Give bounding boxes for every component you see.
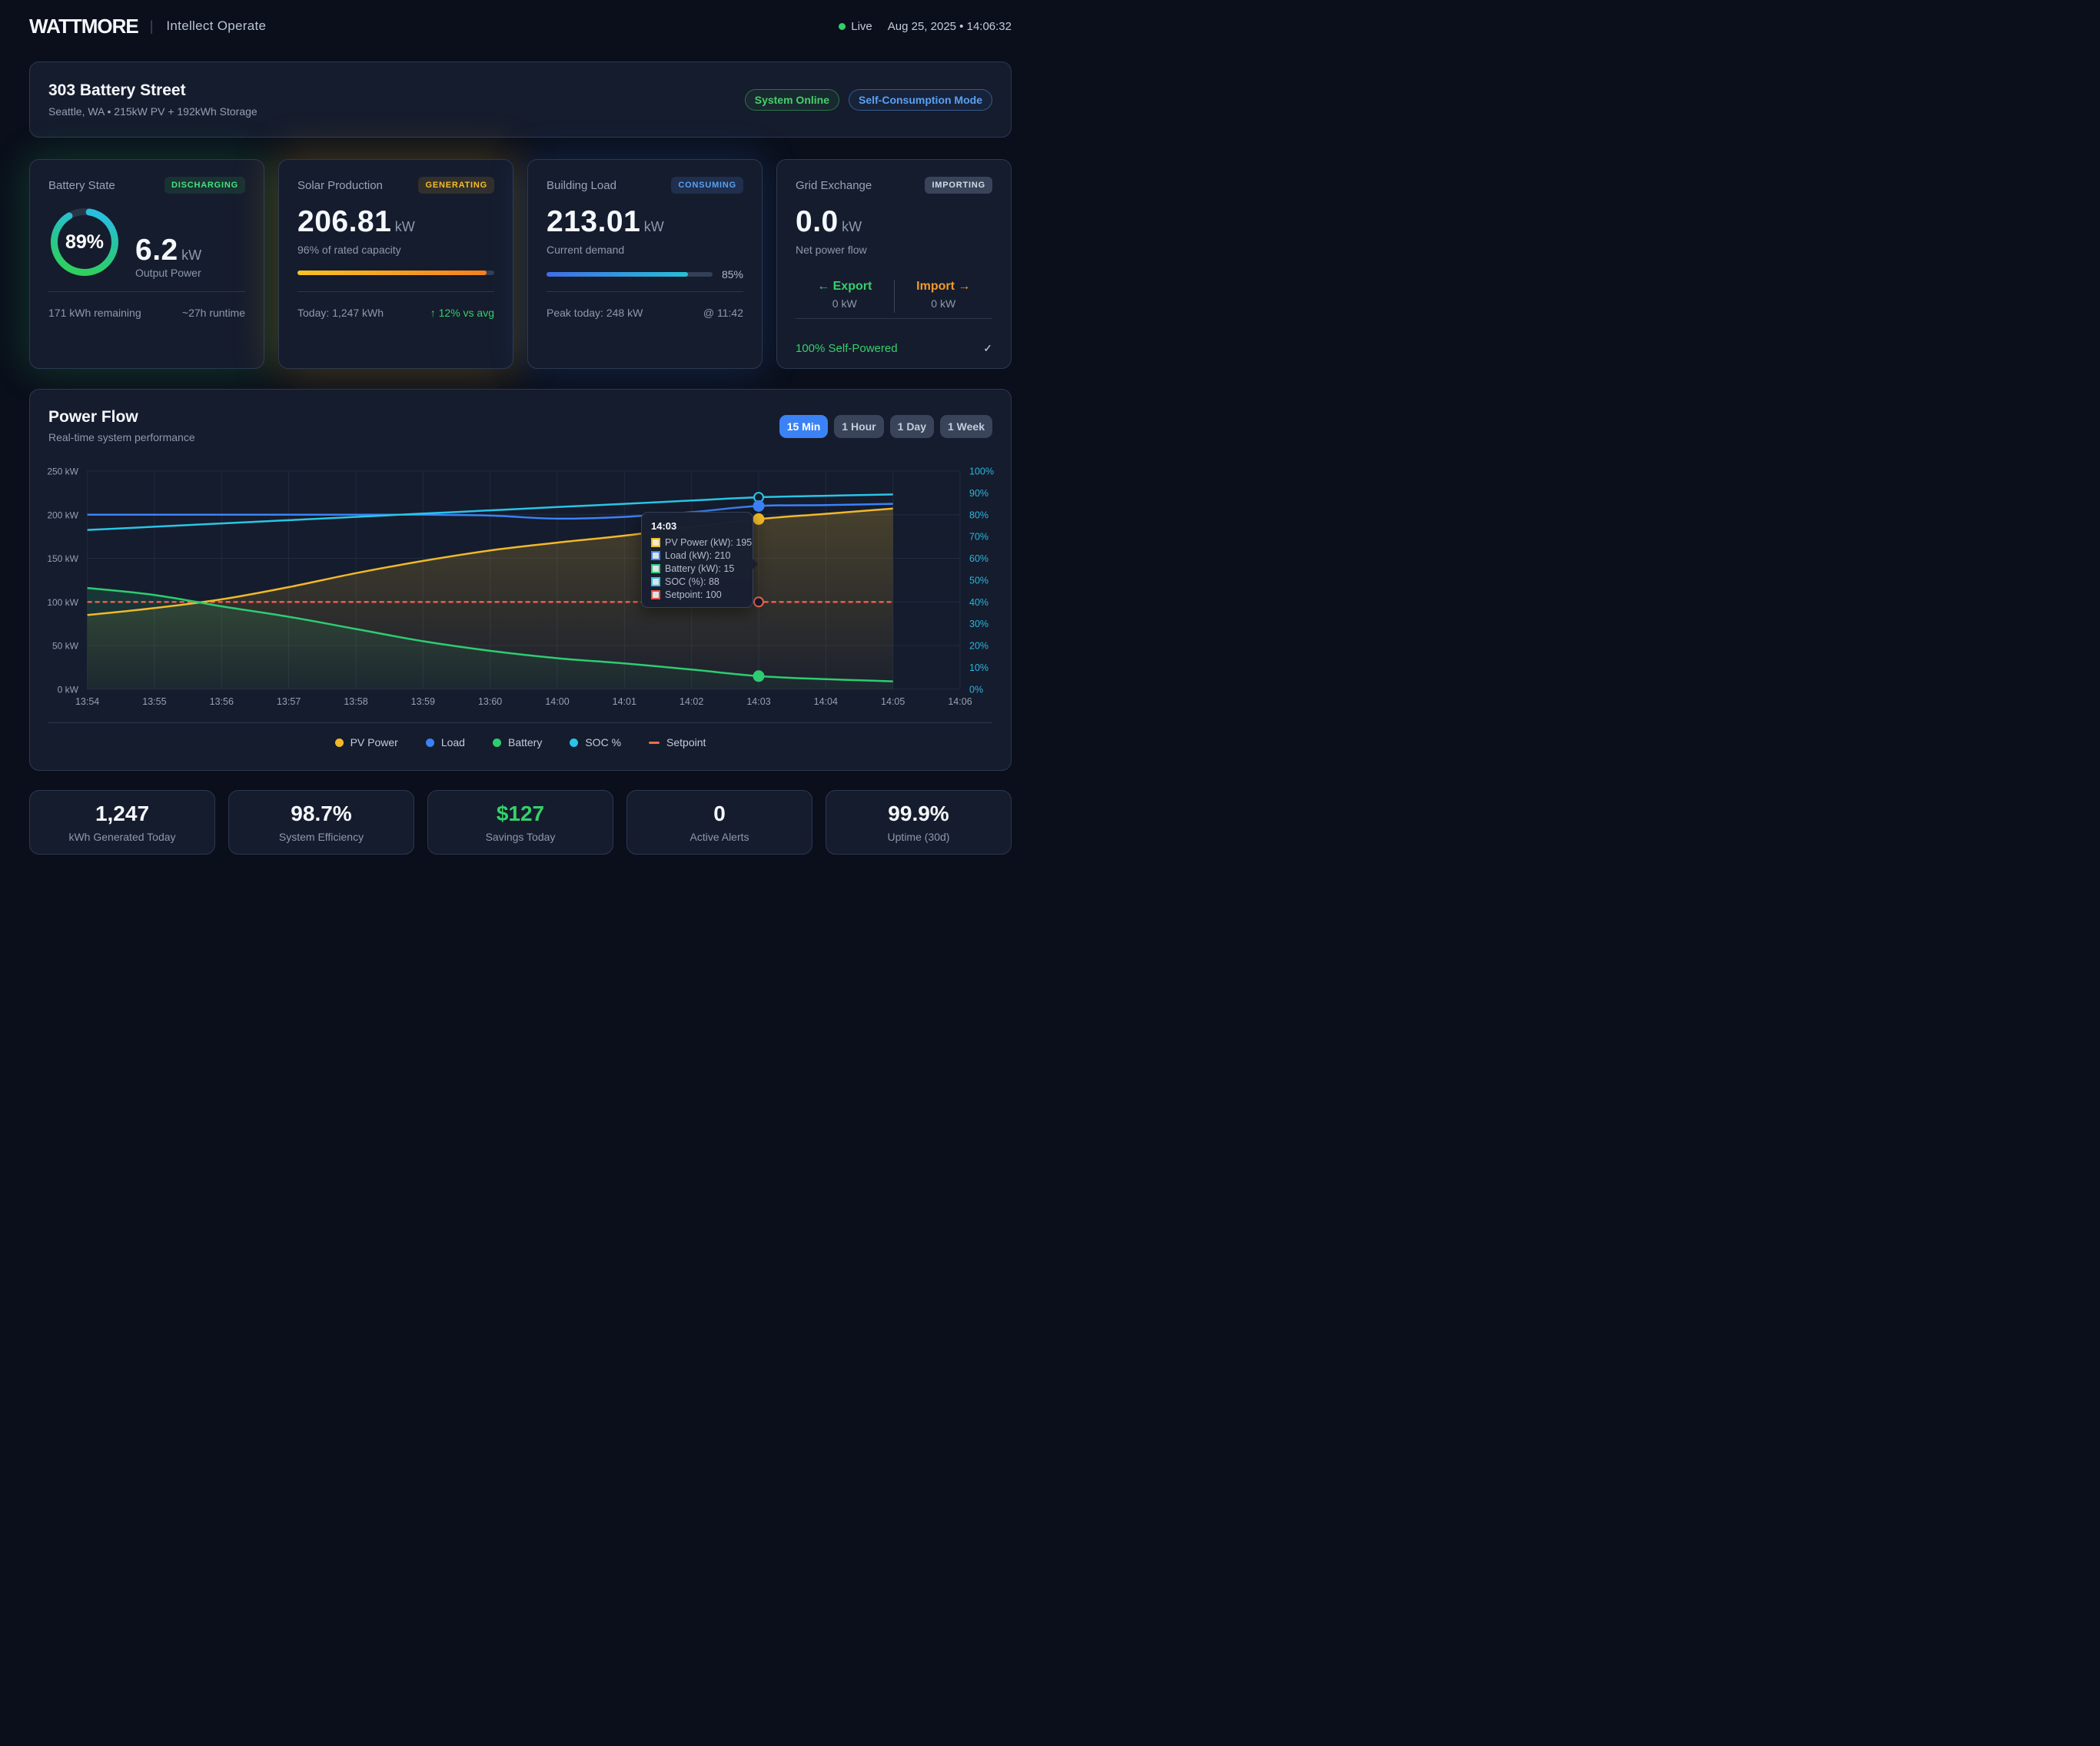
svg-text:40%: 40%: [969, 597, 989, 608]
svg-text:14:05: 14:05: [881, 696, 905, 707]
svg-text:13:54: 13:54: [75, 696, 99, 707]
svg-text:13:59: 13:59: [411, 696, 435, 707]
svg-text:13:58: 13:58: [344, 696, 367, 707]
svg-text:100 kW: 100 kW: [47, 597, 78, 608]
svg-text:14:03: 14:03: [746, 696, 770, 707]
svg-text:13:55: 13:55: [142, 696, 166, 707]
svg-text:50%: 50%: [969, 575, 989, 586]
svg-text:250 kW: 250 kW: [47, 466, 78, 477]
svg-text:0 kW: 0 kW: [58, 684, 79, 695]
svg-text:14:01: 14:01: [613, 696, 636, 707]
svg-text:14:06: 14:06: [948, 696, 972, 707]
svg-text:150 kW: 150 kW: [47, 553, 78, 564]
svg-text:14:00: 14:00: [545, 696, 569, 707]
svg-text:60%: 60%: [969, 553, 989, 564]
svg-text:70%: 70%: [969, 532, 989, 543]
svg-text:14:04: 14:04: [814, 696, 838, 707]
svg-text:80%: 80%: [969, 510, 989, 520]
svg-text:50 kW: 50 kW: [52, 641, 79, 652]
svg-text:14:02: 14:02: [680, 696, 703, 707]
svg-text:100%: 100%: [969, 466, 994, 477]
svg-text:13:57: 13:57: [277, 696, 301, 707]
svg-text:200 kW: 200 kW: [47, 510, 78, 520]
svg-text:0%: 0%: [969, 684, 983, 695]
svg-text:10%: 10%: [969, 662, 989, 673]
svg-text:20%: 20%: [969, 641, 989, 652]
svg-text:13:60: 13:60: [478, 696, 502, 707]
svg-text:30%: 30%: [969, 619, 989, 629]
svg-text:13:56: 13:56: [210, 696, 234, 707]
svg-text:90%: 90%: [969, 488, 989, 499]
